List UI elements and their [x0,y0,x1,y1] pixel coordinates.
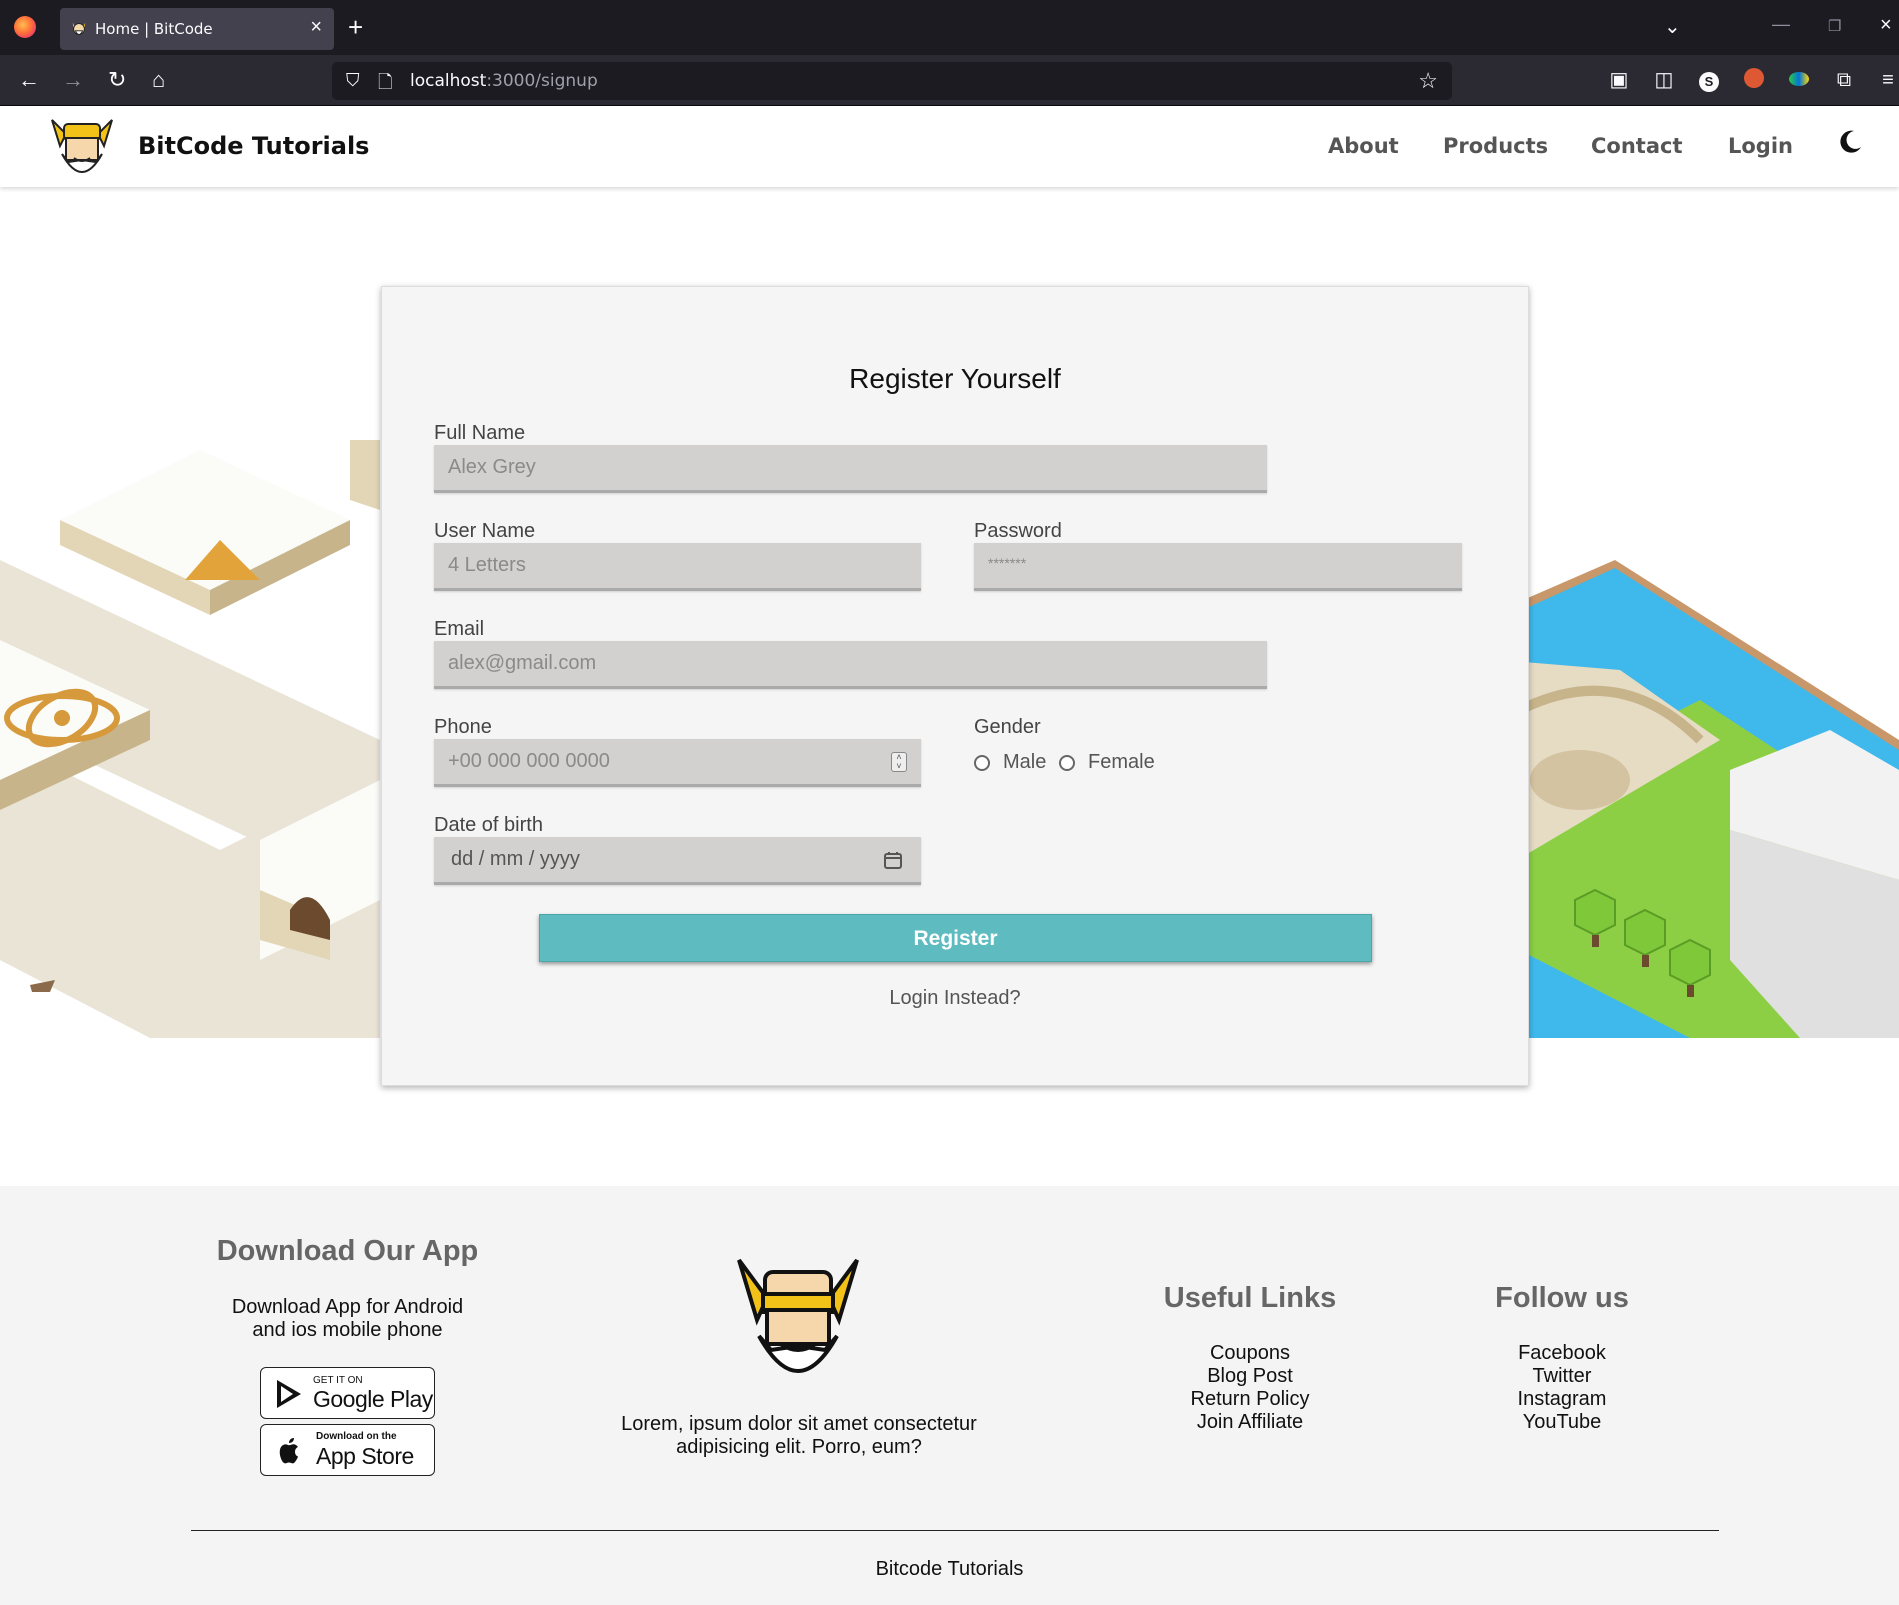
password-label: Password [974,520,1062,542]
address-bar[interactable]: ⛉ 🗋 localhost:3000/signup ☆ [332,62,1452,100]
restore-window-icon[interactable]: ❐ [1828,17,1841,35]
browser-tab[interactable]: Home | BitCode × [60,8,334,50]
pocket-icon[interactable]: ◫ [1652,68,1676,92]
calendar-icon[interactable] [883,850,903,870]
phone-label: Phone [434,716,492,738]
dob-input[interactable]: dd / mm / yyyy [434,837,921,885]
url-text[interactable]: localhost:3000/signup [410,71,598,91]
dob-value: dd / mm / yyyy [451,848,580,870]
register-button[interactable]: Register [539,914,1372,962]
username-input[interactable]: 4 Letters [434,543,921,591]
url-path: :3000/signup [486,71,598,91]
gender-female-radio[interactable] [1059,755,1075,771]
email-input[interactable]: alex@gmail.com [434,641,1267,689]
full-name-label: Full Name [434,422,526,444]
login-instead-link[interactable]: Login Instead? [382,987,1528,1010]
footer-links-heading: Useful Links [1163,1282,1337,1314]
gender-male-label[interactable]: Male [1003,751,1046,774]
site-header: BitCode Tutorials About Products Contact… [0,106,1899,187]
url-host: localhost [410,71,487,91]
full-name-input[interactable]: Alex Grey [434,445,1267,493]
gender-label: Gender [974,716,1041,738]
app-store-big-text: App Store [316,1443,414,1469]
tab-title: Home | BitCode [95,20,213,38]
save-to-folder-icon[interactable]: ▣ [1607,68,1631,92]
footer-app-text-line2: and ios mobile phone [252,1319,443,1341]
google-play-big-text: Google Play [313,1386,433,1412]
extensions-puzzle-icon[interactable]: ⧉ [1832,68,1856,92]
forward-arrow-icon[interactable]: → [62,67,84,93]
google-play-small-text: GET IT ON [313,1375,363,1386]
extension-s-icon[interactable]: S [1697,68,1721,92]
duckduckgo-extension-icon[interactable] [1742,68,1766,92]
back-arrow-icon[interactable]: ← [18,67,40,93]
footer-bitcode-logo-icon [737,1258,859,1373]
footer-about-line2: adipisicing elit. Porro, eum? [676,1436,922,1458]
nav-link-contact[interactable]: Contact [1591,134,1683,158]
minimize-window-icon[interactable]: — [1772,14,1790,35]
dark-mode-moon-icon[interactable] [1836,128,1864,156]
bookmark-star-icon[interactable]: ☆ [1418,68,1438,94]
page-info-icon[interactable]: 🗋 [378,70,392,100]
phone-placeholder: +00 000 000 0000 [448,750,610,772]
google-play-button[interactable]: GET IT ON Google Play [260,1367,435,1419]
list-all-tabs-chevron-icon[interactable]: ⌄ [1664,14,1681,39]
footer-link-youtube[interactable]: YouTube [1462,1411,1662,1434]
bitcode-favicon-icon [72,22,86,35]
nav-link-login[interactable]: Login [1728,134,1793,158]
footer-about-line1: Lorem, ipsum dolor sit amet consectetur [621,1413,977,1435]
footer-app-text-line1: Download App for Android [231,1296,464,1318]
footer-link-return-policy[interactable]: Return Policy [1150,1388,1350,1411]
tab-close-icon[interactable]: × [310,16,322,39]
footer-link-facebook[interactable]: Facebook [1462,1342,1662,1365]
footer-link-blog-post[interactable]: Blog Post [1150,1365,1350,1388]
footer-link-coupons[interactable]: Coupons [1150,1342,1350,1365]
footer-link-twitter[interactable]: Twitter [1462,1365,1662,1388]
reload-icon[interactable]: ↻ [108,67,126,93]
phone-input[interactable]: +00 000 000 0000 ˄ ˅ [434,739,921,787]
register-title: Register Yourself [849,363,1061,394]
footer-divider [191,1530,1719,1531]
color-extension-icon[interactable] [1787,68,1811,92]
footer-link-join-affiliate[interactable]: Join Affiliate [1150,1411,1350,1434]
new-tab-plus-icon[interactable]: + [348,12,363,42]
full-name-placeholder: Alex Grey [448,456,536,478]
password-input[interactable]: ******* [974,543,1462,591]
isometric-city-illustration-left [0,440,380,1038]
gender-male-radio[interactable] [974,755,990,771]
password-placeholder: ******* [988,555,1027,571]
dob-label: Date of birth [434,814,543,836]
footer-app-heading: Download Our App [216,1235,479,1267]
phone-spinner-icon[interactable]: ˄ ˅ [891,752,907,772]
app-store-small-text: Download on the [316,1431,397,1442]
tracking-protection-shield-icon[interactable]: ⛉ [346,70,360,91]
brand-title[interactable]: BitCode Tutorials [138,132,369,160]
firefox-logo-icon [14,16,36,38]
google-play-icon [277,1380,301,1408]
app-store-button[interactable]: Download on the App Store [260,1424,435,1476]
username-label: User Name [434,520,536,542]
close-window-icon[interactable]: × [1880,14,1892,37]
bitcode-logo-icon[interactable] [48,112,116,182]
nav-link-products[interactable]: Products [1443,134,1548,158]
app-menu-hamburger-icon[interactable]: ≡ [1876,68,1899,92]
username-placeholder: 4 Letters [448,554,526,576]
footer-link-instagram[interactable]: Instagram [1462,1388,1662,1411]
email-placeholder: alex@gmail.com [448,652,597,674]
nav-link-about[interactable]: About [1328,134,1399,158]
browser-tab-strip: Home | BitCode × + ⌄ — ❐ × [0,0,1899,55]
footer-copyright: Bitcode Tutorials [875,1558,1024,1580]
register-card: Register Yourself Full Name Alex Grey Us… [381,286,1529,1086]
apple-icon [279,1438,298,1464]
gender-female-label[interactable]: Female [1088,751,1155,774]
home-icon[interactable]: ⌂ [152,67,165,93]
email-label: Email [434,618,485,640]
isometric-park-illustration-right [1500,560,1899,1038]
footer-follow-heading: Follow us [1495,1282,1629,1314]
